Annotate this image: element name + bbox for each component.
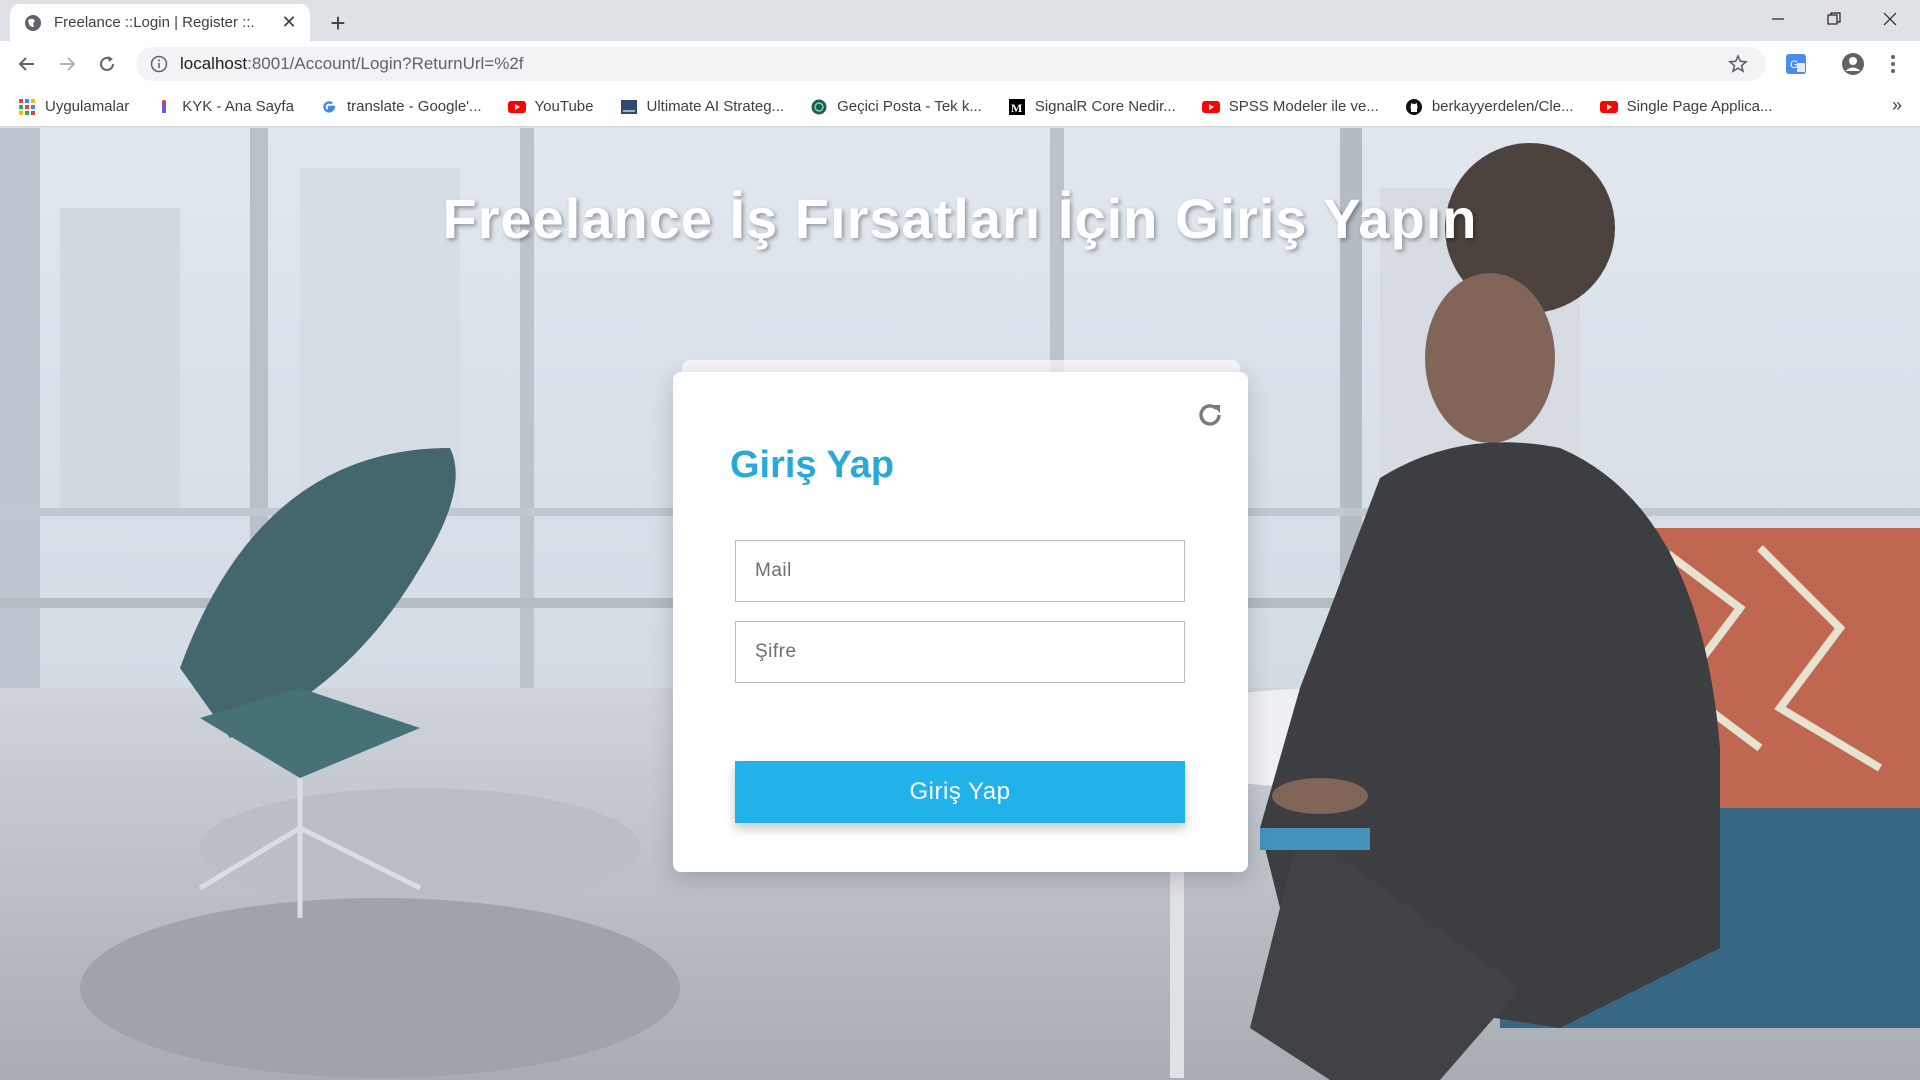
bookmark-label: YouTube — [534, 98, 594, 115]
bookmark-ultimate-ai[interactable]: Ultimate AI Strateg... — [620, 98, 785, 116]
new-tab-button[interactable]: + — [323, 8, 353, 38]
bookmark-youtube[interactable]: YouTube — [507, 98, 594, 116]
login-button[interactable]: Giriş Yap — [735, 761, 1185, 823]
hero-title: Freelance İş Fırsatları İçin Giriş Yapın — [442, 187, 1478, 250]
more-bookmarks-icon[interactable]: » — [1892, 95, 1902, 116]
kyk-icon — [155, 98, 173, 116]
bookmark-translate[interactable]: translate - Google'... — [320, 98, 482, 116]
bookmark-label: Geçici Posta - Tek k... — [837, 98, 982, 115]
bookmark-label: Uygulamalar — [45, 98, 130, 115]
refresh-icon[interactable] — [1195, 400, 1225, 430]
bookmarks-bar: Uygulamalar KYK - Ana Sayfa translate - … — [0, 87, 1920, 127]
bookmark-label: SignalR Core Nedir... — [1034, 98, 1176, 115]
forward-icon[interactable] — [52, 49, 82, 79]
bookmark-spss[interactable]: SPSS Modeler ile ve... — [1201, 98, 1379, 116]
close-tab-icon[interactable]: ✕ — [278, 12, 300, 34]
login-title: Giriş Yap — [730, 444, 895, 486]
google-icon — [320, 98, 338, 116]
back-icon[interactable] — [12, 49, 42, 79]
bookmark-label: Single Page Applica... — [1626, 98, 1773, 115]
url-host: localhost — [180, 54, 248, 73]
bookmark-kyk[interactable]: KYK - Ana Sayfa — [155, 98, 294, 116]
bookmark-github[interactable]: berkayyerdelen/Cle... — [1405, 98, 1574, 116]
github-icon — [1405, 98, 1423, 116]
bookmark-label: translate - Google'... — [346, 98, 482, 115]
youtube-icon — [1599, 98, 1618, 116]
restore-icon[interactable] — [1806, 0, 1862, 38]
browser-tab[interactable]: Freelance ::Login | Register ::. ✕ — [10, 4, 310, 41]
bookmark-gecici-posta[interactable]: Geçici Posta - Tek k... — [810, 98, 982, 116]
bookmark-label: KYK - Ana Sayfa — [182, 98, 294, 115]
medium-icon: M — [1008, 98, 1026, 116]
menu-dots-icon[interactable] — [1880, 51, 1906, 77]
tab-strip: Freelance ::Login | Register ::. ✕ + — [0, 0, 1920, 41]
tab-title: Freelance ::Login | Register ::. — [54, 14, 255, 31]
youtube-icon — [507, 98, 526, 116]
password-field[interactable] — [735, 621, 1185, 683]
minimize-icon[interactable] — [1750, 0, 1806, 38]
login-card: Giriş Yap Giriş Yap — [673, 372, 1248, 872]
reload-icon[interactable] — [92, 49, 122, 79]
bookmark-star-icon[interactable] — [1728, 53, 1748, 74]
youtube-icon — [1201, 98, 1220, 116]
browser-toolbar: localhost:8001/Account/Login?ReturnUrl=%… — [0, 41, 1920, 87]
address-bar[interactable]: localhost:8001/Account/Login?ReturnUrl=%… — [136, 47, 1766, 81]
bookmark-label: Ultimate AI Strateg... — [646, 98, 785, 115]
url-path: :8001/Account/Login?ReturnUrl=%2f — [247, 54, 524, 73]
login-page: Freelance İş Fırsatları İçin Giriş Yapın… — [0, 128, 1920, 1080]
svg-text:M: M — [1011, 101, 1022, 115]
bookmark-signalr[interactable]: M SignalR Core Nedir... — [1008, 98, 1176, 116]
bookmark-label: berkayyerdelen/Cle... — [1431, 98, 1574, 115]
translate-icon[interactable]: G — [1783, 51, 1809, 77]
bookmark-apps[interactable]: Uygulamalar — [18, 98, 129, 116]
apps-grid-icon — [18, 98, 36, 116]
bookmark-label: SPSS Modeler ile ve... — [1228, 98, 1379, 115]
mail-field[interactable] — [735, 540, 1185, 602]
page-icon — [620, 98, 638, 116]
profile-icon[interactable] — [1840, 51, 1866, 77]
mail-icon — [810, 98, 828, 116]
close-window-icon[interactable] — [1862, 0, 1918, 38]
site-info-icon[interactable] — [150, 55, 168, 73]
bookmark-spa[interactable]: Single Page Applica... — [1599, 98, 1773, 116]
globe-icon — [24, 14, 42, 32]
url-text: localhost:8001/Account/Login?ReturnUrl=%… — [180, 54, 524, 74]
